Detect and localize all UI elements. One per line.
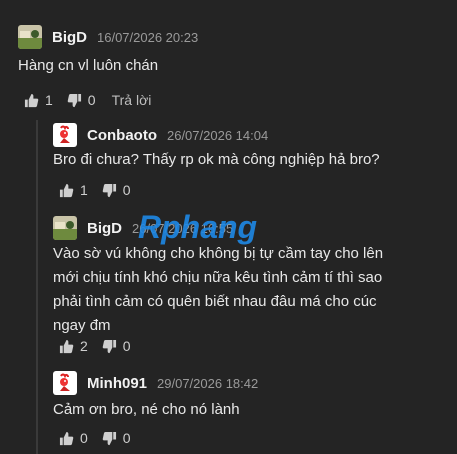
dislike-button[interactable]: 0 bbox=[67, 92, 96, 108]
comment-author[interactable]: Minh091 bbox=[87, 375, 147, 392]
thumbs-down-icon bbox=[67, 93, 81, 107]
comment-author[interactable]: BigD bbox=[87, 220, 122, 237]
comment-header: Minh091 29/07/2026 18:42 bbox=[53, 371, 258, 395]
like-button[interactable]: 0 bbox=[59, 430, 88, 446]
comment-text: Bro đi chưa? Thấy rp ok mà công nghiệp h… bbox=[53, 151, 380, 168]
comment-actions: 1 0 Trả lời bbox=[24, 90, 151, 110]
landscape-avatar-icon[interactable] bbox=[18, 25, 42, 49]
comment-author[interactable]: Conbaoto bbox=[87, 127, 157, 144]
dislike-count: 0 bbox=[122, 430, 131, 446]
comment-actions: 2 0 bbox=[59, 336, 145, 356]
like-button[interactable]: 2 bbox=[59, 338, 88, 354]
dislike-button[interactable]: 0 bbox=[102, 338, 131, 354]
like-count: 0 bbox=[80, 430, 88, 446]
comment-header: Conbaoto 26/07/2026 14:04 bbox=[53, 123, 268, 147]
landscape-avatar-icon[interactable] bbox=[53, 216, 77, 240]
comment-author[interactable]: BigD bbox=[52, 29, 87, 46]
comment-timestamp: 16/07/2026 20:23 bbox=[97, 29, 199, 45]
dislike-count: 0 bbox=[87, 92, 96, 108]
like-count: 1 bbox=[45, 92, 53, 108]
comment-text-line: ngay đm bbox=[53, 317, 111, 334]
comment-header: BigD 16/07/2026 20:23 bbox=[18, 25, 198, 49]
dislike-count: 0 bbox=[122, 338, 131, 354]
comment-text: Hàng cn vl luôn chán bbox=[18, 57, 159, 74]
comment-timestamp: 26/07/2026 14:04 bbox=[166, 127, 269, 143]
rooster-avatar-icon[interactable] bbox=[53, 123, 77, 147]
reply-button[interactable]: Trả lời bbox=[112, 92, 152, 108]
dislike-count: 0 bbox=[122, 182, 131, 198]
comment-timestamp: 29/07/2026 18:42 bbox=[157, 375, 259, 391]
thumbs-up-icon bbox=[59, 183, 74, 197]
like-button[interactable]: 1 bbox=[59, 182, 88, 198]
comment-actions: 1 0 bbox=[59, 180, 145, 200]
thumbs-down-icon bbox=[102, 339, 116, 353]
dislike-button[interactable]: 0 bbox=[102, 182, 131, 198]
comment-text: Cảm ơn bro, né cho nó lành bbox=[53, 401, 240, 418]
watermark-text: Rphang bbox=[138, 210, 257, 245]
like-count: 1 bbox=[80, 182, 88, 198]
comment-text-line: mới chịu tính khó chịu nữa kêu tình cảm … bbox=[53, 269, 383, 286]
comment-actions: 0 0 bbox=[59, 428, 145, 448]
thumbs-up-icon bbox=[59, 339, 74, 353]
like-button[interactable]: 1 bbox=[24, 92, 53, 108]
rphang-watermark-logo: Rphang bbox=[138, 210, 257, 245]
thumbs-up-icon bbox=[59, 431, 74, 445]
thumbs-down-icon bbox=[102, 431, 116, 445]
dislike-button[interactable]: 0 bbox=[102, 430, 131, 446]
thumbs-down-icon bbox=[102, 183, 116, 197]
thumbs-up-icon bbox=[24, 93, 39, 107]
comment-text: Vào sờ vú không cho không bị tự cầm tay … bbox=[53, 242, 383, 338]
reply-thread-line bbox=[36, 120, 38, 454]
like-count: 2 bbox=[80, 338, 88, 354]
comment-text-line: phải tình cảm có quên biết nhau đâu má c… bbox=[53, 293, 377, 310]
rooster-avatar-icon[interactable] bbox=[53, 371, 77, 395]
